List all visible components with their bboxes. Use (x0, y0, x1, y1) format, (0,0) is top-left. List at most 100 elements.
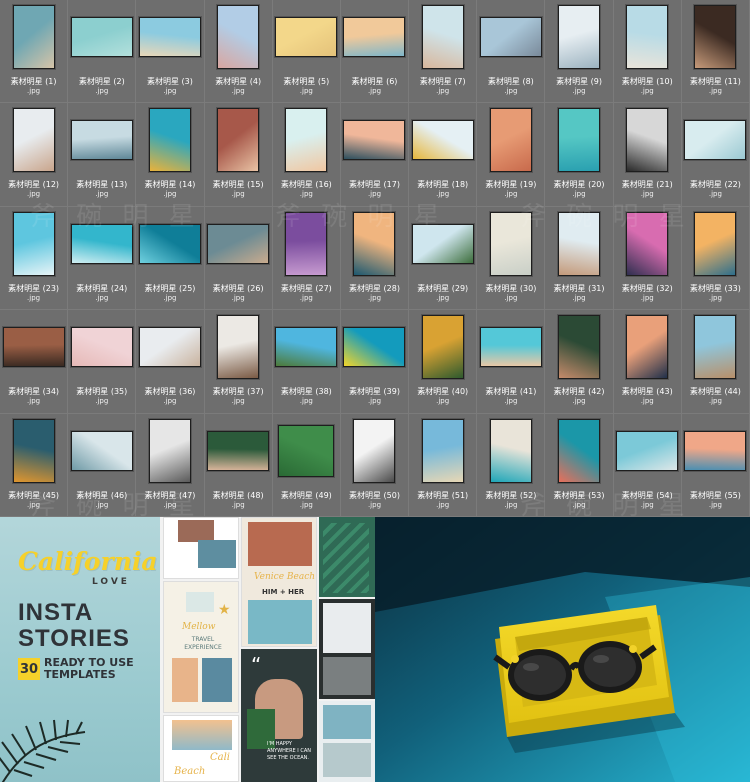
file-extension-label: .jpg (504, 293, 518, 302)
thumbnail-frame (477, 414, 544, 488)
image-thumbnail (207, 223, 270, 264)
file-thumbnail-item[interactable]: 素材明星 (21) .jpg (613, 103, 682, 207)
file-thumbnail-item[interactable]: 素材明星 (53) .jpg (545, 413, 614, 517)
file-name-label: 素材明星 (7) (419, 77, 466, 86)
image-thumbnail (148, 418, 191, 483)
image-thumbnail (2, 327, 65, 368)
file-thumbnail-item[interactable]: 素材明星 (12) .jpg (0, 103, 69, 207)
file-thumbnail-item[interactable]: 素材明星 (29) .jpg (409, 206, 478, 311)
file-thumbnail-item[interactable]: 素材明星 (23) .jpg (0, 206, 69, 311)
file-extension-label: .jpg (163, 87, 177, 95)
file-thumbnail-item[interactable]: 素材明星 (30) .jpg (477, 206, 546, 311)
file-thumbnail-item[interactable]: 素材明星 (4) .jpg (204, 0, 273, 104)
cover-title-line1: INSTA (18, 599, 94, 626)
file-extension-label: .jpg (640, 500, 654, 509)
file-thumbnail-item[interactable]: 素材明星 (54) .jpg (613, 413, 682, 517)
file-thumbnail-item[interactable]: 素材明星 (7) .jpg (409, 0, 478, 104)
file-thumbnail-item[interactable]: 素材明星 (35) .jpg (68, 310, 137, 414)
file-extension-label: .jpg (27, 293, 41, 302)
file-thumbnail-item[interactable]: 素材明星 (22) .jpg (681, 103, 750, 207)
file-extension-label: .jpg (231, 87, 245, 95)
file-thumbnail-item[interactable]: 素材明星 (36) .jpg (136, 310, 205, 414)
file-thumbnail-item[interactable]: 素材明星 (42) .jpg (545, 310, 614, 414)
file-thumbnail-item[interactable]: 素材明星 (25) .jpg (136, 206, 205, 311)
file-thumbnail-item[interactable]: 素材明星 (52) .jpg (477, 413, 546, 517)
file-thumbnail-item[interactable]: 素材明星 (51) .jpg (409, 413, 478, 517)
file-thumbnail-item[interactable]: 素材明星 (24) .jpg (68, 206, 137, 311)
file-name-label: 素材明星 (21) (621, 180, 673, 190)
thumbnail-frame (273, 207, 340, 281)
template-card (319, 599, 375, 699)
file-thumbnail-item[interactable]: 素材明星 (33) .jpg (681, 206, 750, 311)
palm-leaf-icon (0, 719, 86, 782)
file-thumbnail-item[interactable]: 素材明星 (20) .jpg (545, 103, 614, 207)
file-thumbnail-item[interactable]: 素材明星 (5) .jpg (272, 0, 341, 104)
file-thumbnail-item[interactable]: 素材明星 (47) .jpg (136, 413, 205, 517)
thumbnail-frame (614, 103, 681, 177)
file-extension-label: .jpg (504, 397, 518, 406)
file-thumbnail-item[interactable]: 素材明星 (15) .jpg (204, 103, 273, 207)
image-thumbnail (558, 211, 601, 276)
file-thumbnail-item[interactable]: 素材明星 (45) .jpg (0, 413, 69, 517)
thumbnail-frame (205, 414, 272, 488)
file-thumbnail-item[interactable]: 素材明星 (14) .jpg (136, 103, 205, 207)
file-extension-label: .jpg (708, 500, 722, 509)
file-thumbnail-item[interactable]: 素材明星 (2) .jpg (68, 0, 137, 104)
file-name-label: 素材明星 (31) (553, 283, 605, 293)
file-thumbnail-item[interactable]: 素材明星 (16) .jpg (272, 103, 341, 207)
file-extension-label: .jpg (367, 500, 382, 509)
template-card-travel: ★ Mellow TRAVEL EXPERIENCE (163, 581, 239, 713)
file-thumbnail-grid: 素材明星 (1) .jpg 素材明星 (2) .jpg 素材明星 (3) .jpg 素材明星… (0, 0, 750, 517)
image-thumbnail (12, 108, 55, 173)
file-extension-label: .jpg (231, 190, 245, 199)
file-thumbnail-item[interactable]: 素材明星 (43) .jpg (613, 310, 682, 414)
file-extension-label: .jpg (504, 500, 518, 509)
file-thumbnail-item[interactable]: 素材明星 (46) .jpg (68, 413, 137, 517)
file-extension-label: .jpg (572, 500, 586, 509)
file-extension-label: .jpg (436, 500, 450, 509)
file-name-label: 素材明星 (1) (10, 77, 57, 86)
file-name-label: 素材明星 (51) (417, 490, 469, 500)
thumbnail-frame (682, 0, 749, 74)
file-thumbnail-item[interactable]: 素材明星 (41) .jpg (477, 310, 546, 414)
file-thumbnail-item[interactable]: 素材明星 (13) .jpg (68, 103, 137, 207)
file-extension-label: .jpg (231, 397, 245, 406)
file-thumbnail-item[interactable]: 素材明星 (8) .jpg (477, 0, 546, 104)
file-name-label: 素材明星 (55) (689, 490, 741, 500)
file-thumbnail-item[interactable]: 素材明星 (49) .jpg (272, 413, 341, 517)
file-thumbnail-item[interactable]: 素材明星 (48) .jpg (204, 413, 273, 517)
file-thumbnail-item[interactable]: 素材明星 (11) .jpg (681, 0, 750, 104)
file-thumbnail-item[interactable]: 素材明星 (28) .jpg (340, 206, 410, 311)
cover-script-title: California (18, 547, 158, 576)
file-thumbnail-item[interactable]: 素材明星 (27) .jpg (272, 206, 341, 311)
file-thumbnail-item[interactable]: 素材明星 (32) .jpg (613, 206, 682, 311)
file-thumbnail-item[interactable]: 素材明星 (6) .jpg (340, 0, 410, 104)
file-thumbnail-item[interactable]: 素材明星 (37) .jpg (204, 310, 273, 414)
beach-script: Beach (174, 766, 206, 777)
file-thumbnail-item[interactable]: 素材明星 (17) .jpg (340, 103, 410, 207)
file-name-label: 素材明星 (40) (417, 387, 469, 397)
file-thumbnail-item[interactable]: 素材明星 (34) .jpg (0, 310, 69, 414)
file-thumbnail-item[interactable]: 素材明星 (18) .jpg (409, 103, 478, 207)
image-thumbnail (343, 120, 406, 161)
file-name-label: 素材明星 (17) (349, 180, 400, 190)
thumbnail-frame (409, 310, 476, 384)
file-thumbnail-item[interactable]: 素材明星 (55) .jpg (681, 413, 750, 517)
file-name-label: 素材明星 (19) (485, 180, 537, 190)
file-thumbnail-item[interactable]: 素材明星 (31) .jpg (545, 206, 614, 311)
file-thumbnail-item[interactable]: 素材明星 (39) .jpg (340, 310, 410, 414)
image-thumbnail (626, 211, 669, 276)
file-thumbnail-item[interactable]: 素材明星 (50) .jpg (340, 413, 410, 517)
file-thumbnail-item[interactable]: 素材明星 (19) .jpg (477, 103, 546, 207)
file-thumbnail-item[interactable]: 素材明星 (38) .jpg (272, 310, 341, 414)
file-thumbnail-item[interactable]: 素材明星 (40) .jpg (409, 310, 478, 414)
file-thumbnail-item[interactable]: 素材明星 (1) .jpg (0, 0, 69, 104)
file-thumbnail-item[interactable]: 素材明星 (9) .jpg (545, 0, 614, 104)
sunglasses-photo (375, 517, 750, 782)
file-thumbnail-item[interactable]: 素材明星 (44) .jpg (681, 310, 750, 414)
file-thumbnail-item[interactable]: 素材明星 (10) .jpg (613, 0, 682, 104)
thumbnail-frame (273, 0, 340, 74)
file-thumbnail-item[interactable]: 素材明星 (3) .jpg (136, 0, 205, 104)
file-extension-label: .jpg (572, 397, 586, 406)
file-thumbnail-item[interactable]: 素材明星 (26) .jpg (204, 206, 273, 311)
